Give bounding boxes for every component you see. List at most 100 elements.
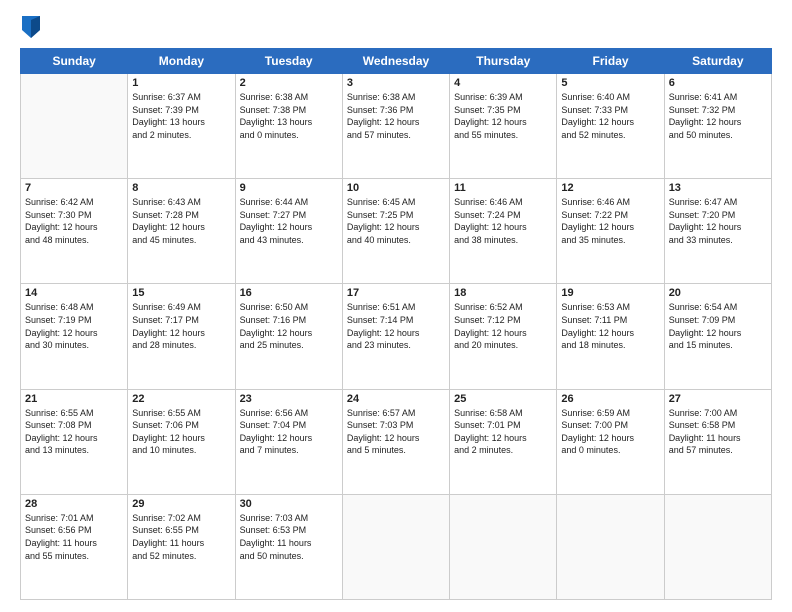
calendar-cell: 18 Sunrise: 6:52 AM Sunset: 7:12 PM Dayli…	[450, 284, 557, 389]
day-info: Sunrise: 6:44 AM Sunset: 7:27 PM Dayligh…	[240, 196, 338, 246]
day-info: Sunrise: 6:40 AM Sunset: 7:33 PM Dayligh…	[561, 91, 659, 141]
day-info: Sunrise: 7:03 AM Sunset: 6:53 PM Dayligh…	[240, 512, 338, 562]
calendar-cell: 6Sunrise: 6:41 AM Sunset: 7:32 PM Daylig…	[664, 74, 771, 179]
day-number: 5	[561, 77, 659, 89]
day-info: Sunrise: 6:56 AM Sunset: 7:04 PM Dayligh…	[240, 407, 338, 457]
day-number: 13	[669, 182, 767, 194]
calendar-cell: 13Sunrise: 6:47 AM Sunset: 7:20 PM Dayli…	[664, 179, 771, 284]
calendar-cell: 23Sunrise: 6:56 AM Sunset: 7:04 PM Dayli…	[235, 389, 342, 494]
day-number: 16	[240, 287, 338, 299]
day-info: Sunrise: 6:43 AM Sunset: 7:28 PM Dayligh…	[132, 196, 230, 246]
calendar-header-monday: Monday	[128, 49, 235, 74]
day-number: 29	[132, 498, 230, 510]
calendar-cell	[664, 494, 771, 599]
day-number: 24	[347, 393, 445, 405]
day-number: 17	[347, 287, 445, 299]
day-number: 2	[240, 77, 338, 89]
calendar-cell: 10 Sunrise: 6:45 AM Sunset: 7:25 PM Dayli…	[342, 179, 449, 284]
day-number: 30	[240, 498, 338, 510]
day-number: 10	[347, 182, 445, 194]
calendar-week-4: 21 Sunrise: 6:55 AM Sunset: 7:08 PM Dayli…	[21, 389, 772, 494]
day-number: 27	[669, 393, 767, 405]
calendar-cell: 8 Sunrise: 6:43 AM Sunset: 7:28 PM Daylig…	[128, 179, 235, 284]
calendar-cell: 25 Sunrise: 6:58 AM Sunset: 7:01 PM Dayli…	[450, 389, 557, 494]
calendar-header-tuesday: Tuesday	[235, 49, 342, 74]
header	[20, 16, 772, 38]
day-number: 21	[25, 393, 123, 405]
day-info: Sunrise: 6:45 AM Sunset: 7:25 PM Dayligh…	[347, 196, 445, 246]
day-number: 8	[132, 182, 230, 194]
calendar-cell: 2 Sunrise: 6:38 AM Sunset: 7:38 PM Daylig…	[235, 74, 342, 179]
day-number: 26	[561, 393, 659, 405]
calendar-cell: 4 Sunrise: 6:39 AM Sunset: 7:35 PM Daylig…	[450, 74, 557, 179]
calendar-week-1: 1 Sunrise: 6:37 AM Sunset: 7:39 PM Daylig…	[21, 74, 772, 179]
day-number: 1	[132, 77, 230, 89]
day-number: 12	[561, 182, 659, 194]
calendar-cell: 1 Sunrise: 6:37 AM Sunset: 7:39 PM Daylig…	[128, 74, 235, 179]
day-number: 19	[561, 287, 659, 299]
calendar-table: SundayMondayTuesdayWednesdayThursdayFrid…	[20, 48, 772, 600]
day-info: Sunrise: 6:58 AM Sunset: 7:01 PM Dayligh…	[454, 407, 552, 457]
calendar-cell: 9 Sunrise: 6:44 AM Sunset: 7:27 PM Daylig…	[235, 179, 342, 284]
day-number: 4	[454, 77, 552, 89]
calendar-cell	[21, 74, 128, 179]
day-info: Sunrise: 6:42 AM Sunset: 7:30 PM Dayligh…	[25, 196, 123, 246]
calendar-cell: 12Sunrise: 6:46 AM Sunset: 7:22 PM Dayli…	[557, 179, 664, 284]
day-info: Sunrise: 6:55 AM Sunset: 7:06 PM Dayligh…	[132, 407, 230, 457]
calendar-cell: 30 Sunrise: 7:03 AM Sunset: 6:53 PM Dayli…	[235, 494, 342, 599]
page: SundayMondayTuesdayWednesdayThursdayFrid…	[0, 0, 792, 612]
calendar-cell: 20Sunrise: 6:54 AM Sunset: 7:09 PM Dayli…	[664, 284, 771, 389]
logo-icon	[22, 16, 40, 38]
day-info: Sunrise: 6:49 AM Sunset: 7:17 PM Dayligh…	[132, 301, 230, 351]
day-info: Sunrise: 6:37 AM Sunset: 7:39 PM Dayligh…	[132, 91, 230, 141]
day-info: Sunrise: 7:00 AM Sunset: 6:58 PM Dayligh…	[669, 407, 767, 457]
day-number: 25	[454, 393, 552, 405]
calendar-cell	[557, 494, 664, 599]
logo	[20, 16, 46, 38]
day-info: Sunrise: 6:53 AM Sunset: 7:11 PM Dayligh…	[561, 301, 659, 351]
calendar-header-sunday: Sunday	[21, 49, 128, 74]
day-number: 14	[25, 287, 123, 299]
calendar-cell: 7 Sunrise: 6:42 AM Sunset: 7:30 PM Daylig…	[21, 179, 128, 284]
calendar-header-row: SundayMondayTuesdayWednesdayThursdayFrid…	[21, 49, 772, 74]
calendar-cell: 28 Sunrise: 7:01 AM Sunset: 6:56 PM Dayli…	[21, 494, 128, 599]
calendar-cell: 16 Sunrise: 6:50 AM Sunset: 7:16 PM Dayli…	[235, 284, 342, 389]
calendar-header-thursday: Thursday	[450, 49, 557, 74]
day-number: 18	[454, 287, 552, 299]
day-info: Sunrise: 7:01 AM Sunset: 6:56 PM Dayligh…	[25, 512, 123, 562]
day-number: 28	[25, 498, 123, 510]
day-number: 3	[347, 77, 445, 89]
day-info: Sunrise: 6:48 AM Sunset: 7:19 PM Dayligh…	[25, 301, 123, 351]
calendar-cell: 5 Sunrise: 6:40 AM Sunset: 7:33 PM Daylig…	[557, 74, 664, 179]
calendar-cell: 27 Sunrise: 7:00 AM Sunset: 6:58 PM Dayli…	[664, 389, 771, 494]
day-number: 7	[25, 182, 123, 194]
calendar-header-saturday: Saturday	[664, 49, 771, 74]
calendar-week-3: 14 Sunrise: 6:48 AM Sunset: 7:19 PM Dayli…	[21, 284, 772, 389]
calendar-cell: 17 Sunrise: 6:51 AM Sunset: 7:14 PM Dayli…	[342, 284, 449, 389]
day-info: Sunrise: 6:38 AM Sunset: 7:38 PM Dayligh…	[240, 91, 338, 141]
day-info: Sunrise: 6:39 AM Sunset: 7:35 PM Dayligh…	[454, 91, 552, 141]
day-info: Sunrise: 6:50 AM Sunset: 7:16 PM Dayligh…	[240, 301, 338, 351]
calendar-cell: 3 Sunrise: 6:38 AM Sunset: 7:36 PM Daylig…	[342, 74, 449, 179]
day-info: Sunrise: 6:52 AM Sunset: 7:12 PM Dayligh…	[454, 301, 552, 351]
calendar-body: 1 Sunrise: 6:37 AM Sunset: 7:39 PM Daylig…	[21, 74, 772, 600]
calendar-cell: 21 Sunrise: 6:55 AM Sunset: 7:08 PM Dayli…	[21, 389, 128, 494]
day-info: Sunrise: 7:02 AM Sunset: 6:55 PM Dayligh…	[132, 512, 230, 562]
calendar-cell: 29 Sunrise: 7:02 AM Sunset: 6:55 PM Dayli…	[128, 494, 235, 599]
calendar-cell: 22Sunrise: 6:55 AM Sunset: 7:06 PM Dayli…	[128, 389, 235, 494]
day-number: 9	[240, 182, 338, 194]
day-info: Sunrise: 6:51 AM Sunset: 7:14 PM Dayligh…	[347, 301, 445, 351]
day-info: Sunrise: 6:57 AM Sunset: 7:03 PM Dayligh…	[347, 407, 445, 457]
day-number: 20	[669, 287, 767, 299]
day-info: Sunrise: 6:38 AM Sunset: 7:36 PM Dayligh…	[347, 91, 445, 141]
calendar-cell: 14 Sunrise: 6:48 AM Sunset: 7:19 PM Dayli…	[21, 284, 128, 389]
day-info: Sunrise: 6:55 AM Sunset: 7:08 PM Dayligh…	[25, 407, 123, 457]
day-number: 15	[132, 287, 230, 299]
calendar-week-2: 7 Sunrise: 6:42 AM Sunset: 7:30 PM Daylig…	[21, 179, 772, 284]
calendar-cell	[450, 494, 557, 599]
day-number: 6	[669, 77, 767, 89]
day-info: Sunrise: 6:59 AM Sunset: 7:00 PM Dayligh…	[561, 407, 659, 457]
day-number: 11	[454, 182, 552, 194]
calendar-cell: 15 Sunrise: 6:49 AM Sunset: 7:17 PM Dayli…	[128, 284, 235, 389]
day-info: Sunrise: 6:46 AM Sunset: 7:24 PM Dayligh…	[454, 196, 552, 246]
